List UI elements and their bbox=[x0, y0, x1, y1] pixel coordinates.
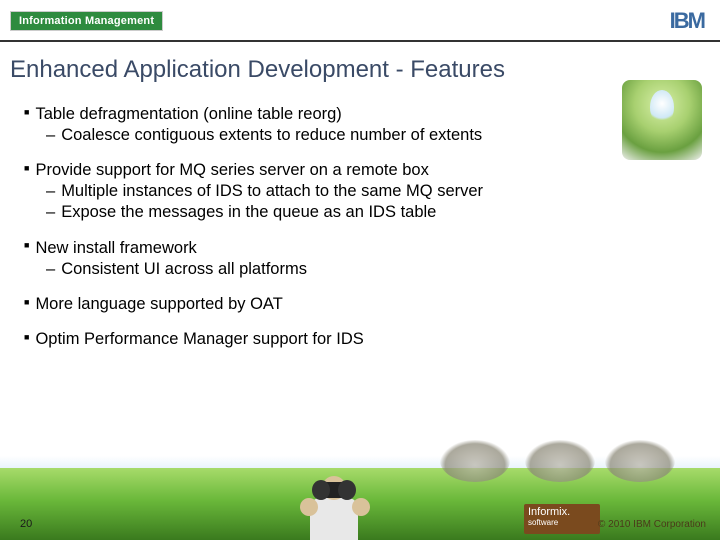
bullet-item: New install framework Consistent UI acro… bbox=[24, 238, 696, 280]
copyright-text: © 2010 IBM Corporation bbox=[598, 519, 706, 530]
sub-bullet: Consistent UI across all platforms bbox=[46, 259, 696, 280]
info-mgmt-badge: Information Management bbox=[10, 11, 163, 31]
bullet-head: Table defragmentation (online table reor… bbox=[24, 104, 696, 125]
bullet-head: Optim Performance Manager support for ID… bbox=[24, 329, 696, 350]
informix-logo: Informix. software bbox=[524, 504, 600, 534]
bullet-head: New install framework bbox=[24, 238, 696, 259]
bullet-item: Optim Performance Manager support for ID… bbox=[24, 329, 696, 350]
animal-silhouette-icon bbox=[440, 440, 510, 482]
animal-silhouette-icon bbox=[605, 440, 675, 482]
sub-bullet: Expose the messages in the queue as an I… bbox=[46, 202, 696, 223]
header-bar: Information Management IBM bbox=[0, 0, 720, 42]
lightbulb-leaf-image bbox=[622, 80, 702, 160]
animal-silhouette-icon bbox=[525, 440, 595, 482]
bullet-head: More language supported by OAT bbox=[24, 294, 696, 315]
bullet-subs: Consistent UI across all platforms bbox=[24, 259, 696, 280]
bullet-subs: Multiple instances of IDS to attach to t… bbox=[24, 181, 696, 223]
informix-logo-line2: software bbox=[528, 519, 596, 527]
ibm-logo: IBM bbox=[670, 8, 704, 34]
bullet-item: Provide support for MQ series server on … bbox=[24, 160, 696, 223]
bullet-item: Table defragmentation (online table reor… bbox=[24, 104, 696, 146]
bullet-list: Table defragmentation (online table reor… bbox=[0, 100, 720, 350]
bullet-subs: Coalesce contiguous extents to reduce nu… bbox=[24, 125, 696, 146]
page-number: 20 bbox=[20, 518, 32, 530]
footer-area: Informix. software 20 © 2010 IBM Corpora… bbox=[0, 420, 720, 540]
informix-logo-line1: Informix bbox=[528, 506, 567, 518]
sub-bullet: Coalesce contiguous extents to reduce nu… bbox=[46, 125, 696, 146]
sub-bullet: Multiple instances of IDS to attach to t… bbox=[46, 181, 696, 202]
bullet-item: More language supported by OAT bbox=[24, 294, 696, 315]
hands-image bbox=[300, 498, 370, 516]
binoculars-icon bbox=[314, 482, 354, 498]
slide-title: Enhanced Application Development - Featu… bbox=[0, 42, 720, 100]
bullet-head: Provide support for MQ series server on … bbox=[24, 160, 696, 181]
